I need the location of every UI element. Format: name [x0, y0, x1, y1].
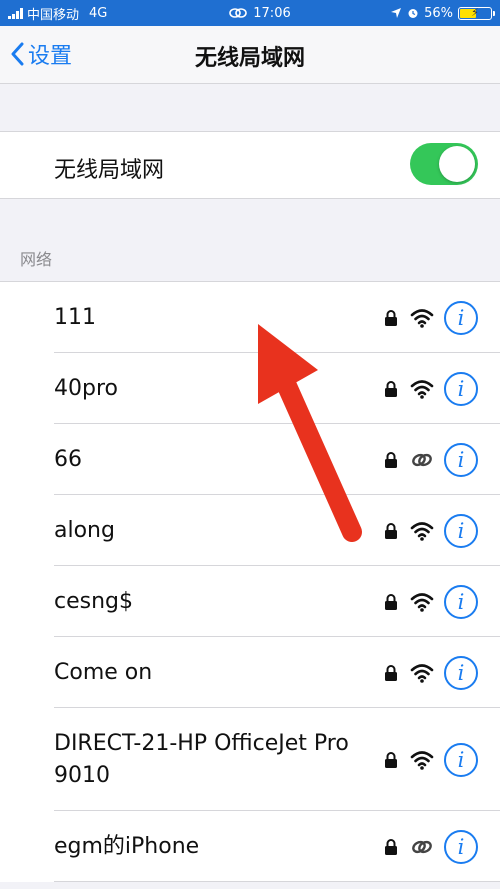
status-time: 17:06 — [253, 5, 291, 21]
wifi-icon — [410, 663, 434, 683]
network-row[interactable]: 111 i — [0, 282, 500, 353]
wifi-toggle-row: 无线局域网 — [0, 131, 500, 199]
wifi-icon — [410, 521, 434, 541]
lock-icon — [385, 593, 397, 610]
network-name: 66 — [54, 446, 82, 472]
battery-icon: ⚡ — [458, 5, 495, 20]
navigation-bar: 设置 无线局域网 — [0, 26, 500, 84]
lock-icon — [385, 380, 397, 397]
network-row[interactable]: 66 i — [0, 424, 500, 495]
wifi-icon — [410, 379, 434, 399]
alarm-icon — [408, 9, 418, 18]
location-arrow-icon — [391, 8, 402, 18]
info-icon[interactable]: i — [444, 371, 478, 406]
wifi-toggle-switch[interactable] — [410, 143, 478, 185]
network-row[interactable]: along i — [0, 495, 500, 566]
lock-icon — [385, 309, 397, 326]
info-icon[interactable]: i — [444, 584, 478, 619]
network-name: Come on — [54, 659, 153, 685]
wifi-icon — [410, 592, 434, 612]
info-icon[interactable]: i — [444, 300, 478, 335]
network-name: 40pro — [54, 375, 118, 401]
wifi-icon — [410, 750, 434, 770]
wifi-toggle-label: 无线局域网 — [54, 158, 165, 183]
networks-section-header: 网络 — [20, 250, 53, 269]
hotspot-link-icon — [412, 840, 432, 853]
battery-percent: 56% — [424, 5, 453, 21]
info-icon[interactable]: i — [444, 829, 478, 864]
cellular-signal-icon — [8, 7, 23, 19]
network-name: egm的iPhone — [54, 833, 200, 859]
network-list: 111 i 40pro i 66 i along i cesng$ i Come on i DIRECT… — [0, 281, 500, 882]
info-icon[interactable]: i — [444, 513, 478, 548]
network-row[interactable]: egm的iPhone i — [0, 811, 500, 882]
carrier-name: 中国移动 — [27, 7, 80, 23]
info-icon[interactable]: i — [444, 655, 478, 690]
network-name: along — [54, 517, 115, 543]
lock-icon — [385, 522, 397, 539]
network-name: 111 — [54, 304, 96, 330]
network-name: cesng$ — [54, 588, 133, 614]
network-row[interactable]: DIRECT-21-HP OfficeJet Pro 9010 i — [0, 708, 500, 811]
network-type: 4G — [89, 5, 108, 21]
lock-icon — [385, 664, 397, 681]
hotspot-link-icon — [412, 453, 432, 466]
lock-icon — [385, 751, 397, 768]
network-row[interactable]: Come on i — [0, 637, 500, 708]
lock-icon — [385, 838, 397, 855]
wifi-icon — [410, 308, 434, 328]
info-icon[interactable]: i — [444, 442, 478, 477]
screen-mirroring-icon — [229, 8, 248, 18]
status-bar: 中国移动 4G 17:06 56% ⚡ — [0, 0, 500, 26]
toggle-knob — [439, 146, 475, 182]
lock-icon — [385, 451, 397, 468]
info-icon[interactable]: i — [444, 742, 478, 777]
network-name: DIRECT-21-HP OfficeJet Pro 9010 — [54, 730, 349, 788]
network-row[interactable]: 40pro i — [0, 353, 500, 424]
charging-bolt-icon: ⚡ — [471, 5, 479, 19]
network-row[interactable]: cesng$ i — [0, 566, 500, 637]
page-title: 无线局域网 — [194, 46, 305, 71]
